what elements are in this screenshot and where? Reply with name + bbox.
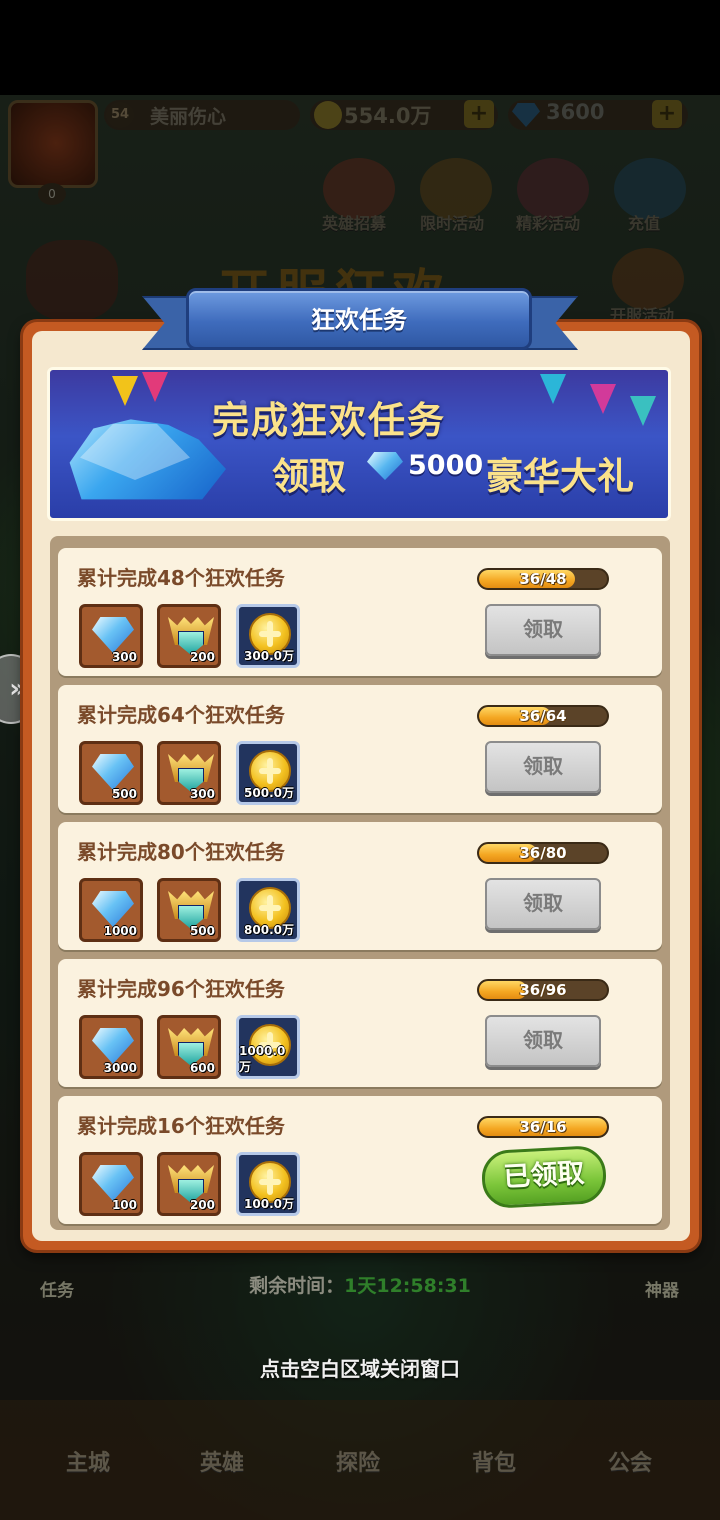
reward-medal[interactable]: 200: [157, 1152, 221, 1216]
timer-value: 1天12:58:31: [344, 1275, 471, 1297]
task-row: 累计完成16个狂欢任务 100 200 100.0万 36/16 已领取: [58, 1096, 662, 1224]
promo-gift-label: 豪华大礼: [486, 455, 634, 498]
reward-gem[interactable]: 100: [79, 1152, 143, 1216]
diamond-icon: [92, 1165, 134, 1201]
diamond-icon: [92, 891, 134, 927]
reward-quantity: 100.0万: [244, 1197, 294, 1211]
reward-quantity: 1000: [103, 924, 137, 938]
task-title: 累计完成80个狂欢任务: [77, 840, 285, 864]
modal-title: 狂欢任务: [311, 306, 407, 334]
task-progress-bar: 36/96: [477, 979, 609, 1001]
task-row: 累计完成80个狂欢任务 1000 500 800.0万 36/80 领取: [58, 822, 662, 950]
reward-gem[interactable]: 300: [79, 604, 143, 668]
progress-text: 36/64: [519, 707, 567, 725]
task-row: 累计完成96个狂欢任务 3000 600 1000.0万 36/96 领取: [58, 959, 662, 1087]
progress-text: 36/16: [519, 1118, 567, 1136]
task-title: 累计完成48个狂欢任务: [77, 566, 285, 590]
nav-backpack[interactable]: 背包: [472, 1445, 516, 1477]
reward-quantity: 500: [111, 787, 137, 801]
diamond-icon: [92, 754, 134, 790]
reward-quantity: 500.0万: [244, 786, 294, 800]
diamond-icon: [92, 1028, 134, 1064]
progress-text: 36/96: [519, 981, 567, 999]
remaining-time: 剩余时间：1天12:58:31: [0, 1271, 720, 1298]
reward-quantity: 300: [189, 787, 215, 801]
claimed-badge: 已领取: [480, 1144, 608, 1210]
reward-quantity: 1000.0万: [239, 1044, 286, 1074]
reward-gold[interactable]: 500.0万: [236, 741, 300, 805]
reward-quantity: 300: [111, 650, 137, 664]
task-progress-bar: 36/80: [477, 842, 609, 864]
reward-quantity: 200: [189, 1198, 215, 1212]
reward-medal[interactable]: 300: [157, 741, 221, 805]
reward-gem[interactable]: 500: [79, 741, 143, 805]
close-hint[interactable]: 点击空白区域关闭窗口: [0, 1353, 720, 1382]
claim-button[interactable]: 领取: [485, 1015, 601, 1067]
progress-text: 36/48: [519, 570, 567, 588]
nav-guild[interactable]: 公会: [608, 1445, 652, 1477]
promo-claim-label: 领取: [272, 455, 346, 498]
reward-quantity: 800.0万: [244, 923, 294, 937]
claim-button[interactable]: 领取: [485, 741, 601, 793]
task-row: 累计完成48个狂欢任务 300 200 300.0万 36/48 领取: [58, 548, 662, 676]
reward-gold[interactable]: 800.0万: [236, 878, 300, 942]
reward-quantity: 500: [189, 924, 215, 938]
reward-quantity: 300.0万: [244, 649, 294, 663]
nav-explore[interactable]: 探险: [336, 1445, 380, 1477]
claim-button[interactable]: 领取: [485, 878, 601, 930]
promo-headline: 完成狂欢任务: [212, 399, 446, 442]
reward-medal[interactable]: 200: [157, 604, 221, 668]
claim-button[interactable]: 领取: [485, 604, 601, 656]
task-list[interactable]: 累计完成48个狂欢任务 300 200 300.0万 36/48 领取 累计完成…: [50, 536, 670, 1230]
reward-quantity: 200: [189, 650, 215, 664]
timer-label: 剩余时间：: [249, 1275, 345, 1297]
task-title: 累计完成16个狂欢任务: [77, 1114, 285, 1138]
bunting-flag: [540, 374, 566, 404]
reward-gold[interactable]: 300.0万: [236, 604, 300, 668]
bunting-flag: [590, 384, 616, 414]
bunting-flag: [112, 376, 138, 406]
reward-gem[interactable]: 3000: [79, 1015, 143, 1079]
task-title: 累计完成96个狂欢任务: [77, 977, 285, 1001]
reward-medal[interactable]: 600: [157, 1015, 221, 1079]
promo-amount: 5000: [408, 450, 484, 481]
diamond-icon: [92, 617, 134, 653]
task-row: 累计完成64个狂欢任务 500 300 500.0万 36/64 领取: [58, 685, 662, 813]
nav-heroes[interactable]: 英雄: [200, 1445, 244, 1477]
reward-quantity: 3000: [103, 1061, 137, 1075]
reward-medal[interactable]: 500: [157, 878, 221, 942]
nav-main-city[interactable]: 主城: [66, 1445, 110, 1477]
reward-gold[interactable]: 100.0万: [236, 1152, 300, 1216]
reward-quantity: 600: [189, 1061, 215, 1075]
task-title: 累计完成64个狂欢任务: [77, 703, 285, 727]
task-progress-bar: 36/16: [477, 1116, 609, 1138]
task-progress-bar: 36/48: [477, 568, 609, 590]
reward-gold[interactable]: 1000.0万: [236, 1015, 300, 1079]
bunting-flag: [630, 396, 656, 426]
task-progress-bar: 36/64: [477, 705, 609, 727]
reward-quantity: 100: [111, 1198, 137, 1212]
bunting-flag: [142, 372, 168, 402]
progress-text: 36/80: [519, 844, 567, 862]
reward-gem[interactable]: 1000: [79, 878, 143, 942]
